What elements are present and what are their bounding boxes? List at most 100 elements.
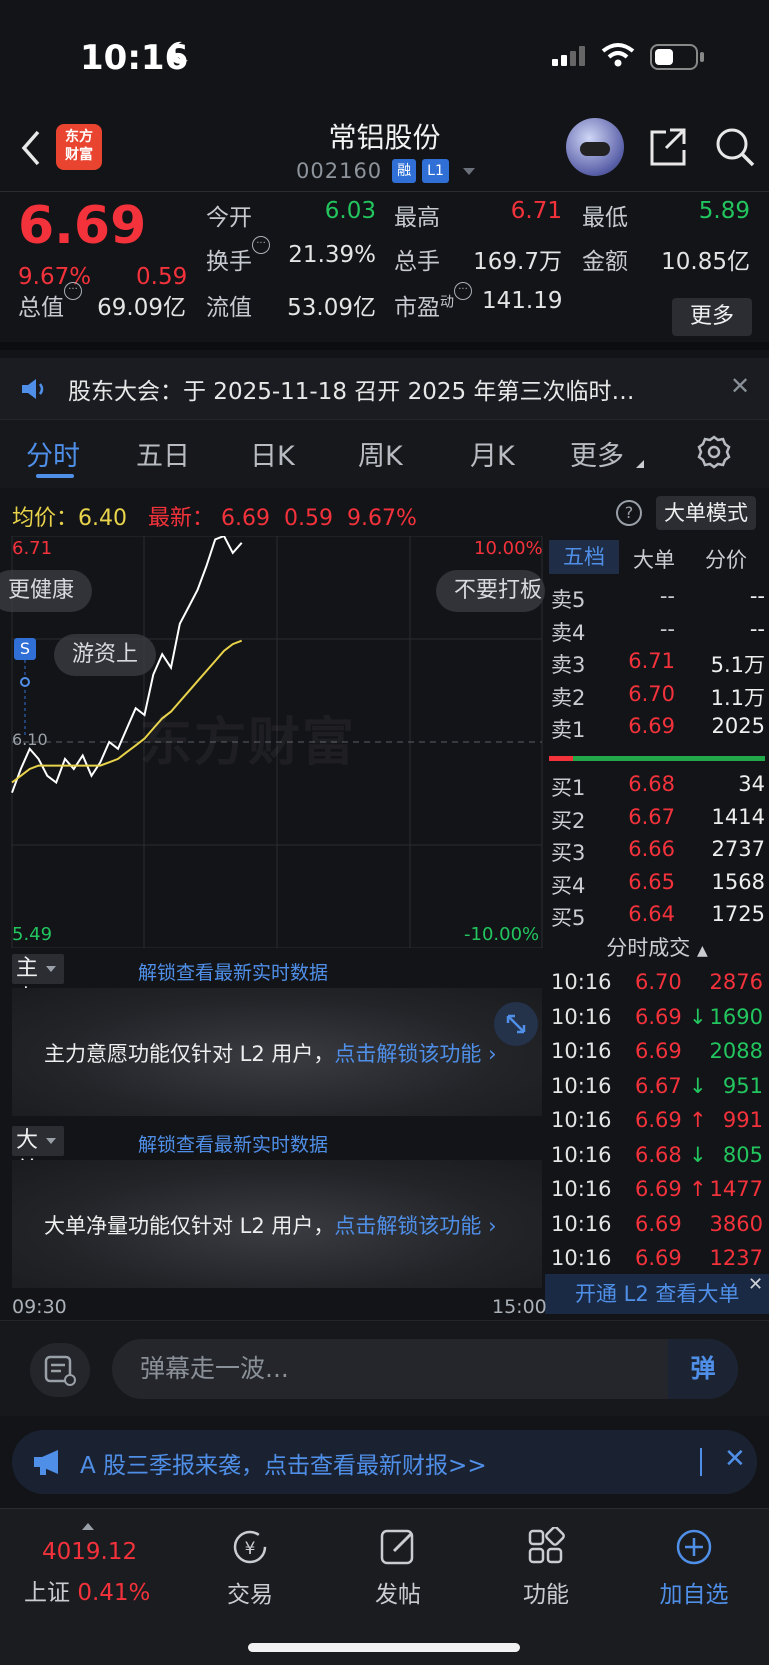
x-axis-start-label: 09:30 [12,1296,67,1318]
tick-volume: 1690 [709,1004,763,1029]
tick-price: 6.69 [635,1108,682,1132]
tick-direction-icon: ↓ [689,1073,707,1098]
tick-volume: 1477 [709,1177,763,1201]
amount-label: 金额 [582,249,628,275]
nav-functions[interactable]: 功能 [486,1526,606,1609]
level-price: -- [659,616,675,641]
order-book: 五档 大单 分价 卖5 -- -- 卖4 -- -- 卖3 6.71 5.1万 卖2 6.70 1.1… [545,536,769,932]
danmu-bubble[interactable]: 不要打板 [436,570,545,612]
info-dots-icon[interactable]: ··· [64,282,82,300]
nav-post[interactable]: 发帖 [338,1527,458,1609]
float-cap-value: 53.09亿 [287,295,376,321]
big-net-dropdown[interactable]: 大单净量 [12,1126,65,1243]
l2-upgrade-banner[interactable]: 开通 L2 查看大单 [545,1274,769,1314]
tick-price: 6.69 [635,1211,682,1236]
level-volume: 34 [738,772,765,796]
send-danmu-button[interactable]: 弹 [668,1339,738,1399]
main-intent-dropdown[interactable]: 主力意愿 [12,954,65,1071]
order-book-tabs: 五档 大单 分价 [545,536,769,578]
help-icon[interactable]: ? [616,500,642,526]
y-axis-bottom-label: 5.49 [12,924,53,945]
nav-trade[interactable]: ¥ 交易 [190,1527,310,1609]
pe-label[interactable]: 市盈动··· [394,282,472,322]
tick-time: 10:16 [551,970,612,994]
tick-time: 10:16 [551,1211,612,1236]
unlock-feature-link[interactable]: 点击解锁该功能 › [334,1214,496,1238]
tab-five-day[interactable]: 五日 [136,434,190,473]
info-dots-icon[interactable]: ··· [454,282,472,300]
ticks-header[interactable]: 分时成交 ▲ [545,932,769,962]
close-icon[interactable]: ✕ [724,1444,746,1474]
level-volume: 1.1万 [710,685,765,710]
ask-level-row: 卖1 6.69 2025 [551,714,765,746]
x-axis-end-label: 15:00 [492,1296,547,1318]
stock-code-row[interactable]: 002160 融 L1 [296,158,475,184]
level-label: 买3 [551,841,586,865]
danmu-settings-icon[interactable] [30,1343,90,1397]
float-cap-label: 流值 [206,295,252,321]
open-value: 6.03 [324,198,376,224]
announcement-bar[interactable]: 股东大会：于 2025-11-18 召开 2025 年第三次临时… ✕ [0,358,769,420]
tab-more[interactable]: 更多 [570,434,624,473]
unlock-feature-link[interactable]: 点击解锁该功能 › [334,1042,496,1066]
tick-volume: 1237 [709,1246,763,1270]
close-icon[interactable]: ✕ [748,1274,763,1295]
share-icon[interactable] [648,126,688,168]
tick-row: 10:16 6.69 ↓ 1690 [551,1005,763,1037]
tick-row: 10:16 6.69 ↑ 1477 [551,1177,763,1209]
tick-price: 6.67 [635,1073,682,1098]
search-icon[interactable] [714,126,756,168]
level-label: 卖2 [551,685,586,710]
more-quote-button[interactable]: 更多 [672,298,752,336]
tick-direction-icon: ↑ [689,1108,707,1132]
current-price: 6.69 [18,196,147,256]
tab-daily-k[interactable]: 日K [250,434,295,473]
turnover-label[interactable]: 换手··· [206,236,270,276]
tick-direction-icon: ↓ [689,1004,707,1029]
tick-row: 10:16 6.69 2088 [551,1039,763,1071]
tick-volume: 951 [722,1073,763,1098]
signal-marker[interactable]: S [14,638,36,660]
nav-add-watchlist[interactable]: 加自选 [634,1527,754,1609]
index-ticker[interactable]: 4019.12 上证 0.41% [0,1509,170,1619]
tick-time: 10:16 [551,1108,612,1132]
tab-monthly-k[interactable]: 月K [470,434,515,473]
level-volume: 1568 [711,869,765,894]
tab-five-levels[interactable]: 五档 [549,540,619,574]
tab-big-orders[interactable]: 大单 [633,544,675,574]
level-price: 6.71 [628,649,675,673]
bid-ask-ratio-bar [549,756,765,761]
tick-time: 10:16 [551,1073,612,1098]
danmu-bubble[interactable]: 更健康 [0,570,93,612]
danmu-input[interactable]: 弹幕走一波... [112,1339,738,1399]
level-volume: 2737 [711,837,765,861]
assistant-visor [580,142,610,156]
y-axis-top-label: 6.71 [12,538,53,559]
signal-marker-point [20,677,30,687]
mktcap-value: 69.09亿 [97,295,186,321]
settings-gear-icon[interactable] [696,434,732,470]
info-dots-icon[interactable]: ··· [252,236,270,254]
tab-intraday[interactable]: 分时 [26,434,80,473]
expand-icon[interactable] [494,1002,538,1046]
danmu-input-bar: 弹幕走一波... 弹 [0,1320,769,1416]
unlock-data-link[interactable]: 解锁查看最新实时数据 [138,958,328,985]
tick-volume: 2876 [709,970,763,994]
chart-tabs: 分时 五日 日K 周K 月K 更多 [0,420,769,488]
big-order-mode-button[interactable]: 大单模式 [656,496,756,530]
earnings-promo-banner[interactable]: A 股三季报来袭，点击查看最新财报>> ✕ [12,1430,757,1494]
close-icon[interactable]: ✕ [730,372,750,400]
tab-weekly-k[interactable]: 周K [358,434,403,473]
tab-price-distribution[interactable]: 分价 [705,544,747,574]
unlock-data-link[interactable]: 解锁查看最新实时数据 [138,1130,328,1157]
tick-time: 10:16 [551,1142,612,1167]
volume-value: 169.7万 [473,249,562,275]
main-intent-panel: 主力意愿功能仅针对 L2 用户，点击解锁该功能 › [12,988,542,1116]
danmu-bubble[interactable]: 游资上 [54,634,157,676]
active-tab-indicator [36,474,74,478]
mktcap-label[interactable]: 总值··· [18,282,82,322]
tick-row: 10:16 6.67 ↓ 951 [551,1074,763,1106]
tick-direction-icon: ↑ [689,1177,707,1201]
turnover-value: 21.39% [288,242,376,268]
battery-icon [650,44,704,70]
